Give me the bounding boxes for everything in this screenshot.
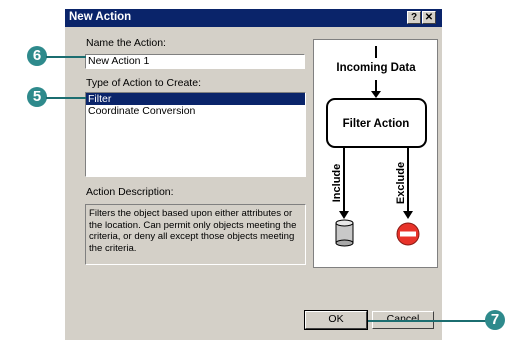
callout-6: 6 bbox=[27, 46, 47, 66]
exclude-label: Exclude bbox=[395, 162, 407, 204]
ok-button[interactable]: OK bbox=[304, 310, 368, 330]
database-icon bbox=[335, 219, 354, 247]
dialog-title: New Action bbox=[69, 11, 132, 23]
list-item-filter[interactable]: Filter bbox=[86, 93, 305, 105]
callout-5: 5 bbox=[27, 87, 47, 107]
type-label: Type of Action to Create: bbox=[86, 77, 201, 89]
no-entry-icon bbox=[396, 222, 420, 246]
new-action-dialog: New Action ? ✕ Name the Action: New Acti… bbox=[65, 9, 442, 340]
include-arrow-head bbox=[339, 211, 349, 219]
action-description: Filters the object based upon either att… bbox=[85, 204, 306, 265]
action-name-input[interactable]: New Action 1 bbox=[85, 54, 305, 69]
exclude-arrow-head bbox=[403, 211, 413, 219]
callout-7: 7 bbox=[485, 310, 505, 330]
callout-6-line bbox=[46, 56, 86, 58]
action-type-listbox[interactable]: Filter Coordinate Conversion bbox=[85, 92, 306, 177]
callout-5-line bbox=[46, 97, 86, 99]
help-button[interactable]: ? bbox=[407, 11, 421, 24]
filter-diagram-graphic: Incoming Data Filter Action Include Excl… bbox=[326, 46, 427, 247]
filter-action-text: Filter Action bbox=[343, 118, 410, 130]
close-button[interactable]: ✕ bbox=[422, 11, 436, 24]
incoming-arrow-head bbox=[371, 91, 381, 98]
callout-7-line bbox=[368, 320, 486, 322]
include-label: Include bbox=[331, 164, 343, 203]
incoming-data-text: Incoming Data bbox=[336, 62, 416, 74]
name-label: Name the Action: bbox=[86, 37, 166, 49]
list-item-coordinate-conversion[interactable]: Coordinate Conversion bbox=[86, 105, 305, 117]
description-label: Action Description: bbox=[86, 186, 174, 198]
filter-diagram: Incoming Data Filter Action Include Excl… bbox=[313, 39, 438, 268]
title-bar[interactable]: New Action ? ✕ bbox=[65, 9, 442, 27]
